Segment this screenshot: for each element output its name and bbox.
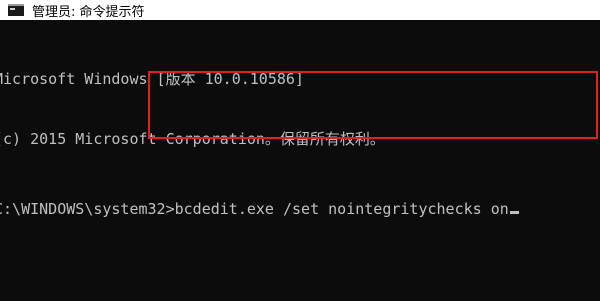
command-prompt-window: 管理员: 命令提示符 Microsoft Windows [版本 10.0.10… bbox=[0, 0, 600, 301]
command-text: C:\WINDOWS\system32>bcdedit.exe /set noi… bbox=[0, 200, 509, 218]
console-output[interactable]: Microsoft Windows [版本 10.0.10586] (c) 20… bbox=[0, 29, 519, 259]
window-title: 管理员: 命令提示符 bbox=[32, 4, 145, 20]
highlight-annotation-box bbox=[148, 71, 598, 139]
console-line-command[interactable]: C:\WINDOWS\system32>bcdedit.exe /set noi… bbox=[0, 199, 519, 219]
title-bar[interactable]: 管理员: 命令提示符 bbox=[0, 0, 600, 20]
cmd-icon bbox=[8, 4, 24, 16]
text-cursor bbox=[509, 211, 519, 214]
